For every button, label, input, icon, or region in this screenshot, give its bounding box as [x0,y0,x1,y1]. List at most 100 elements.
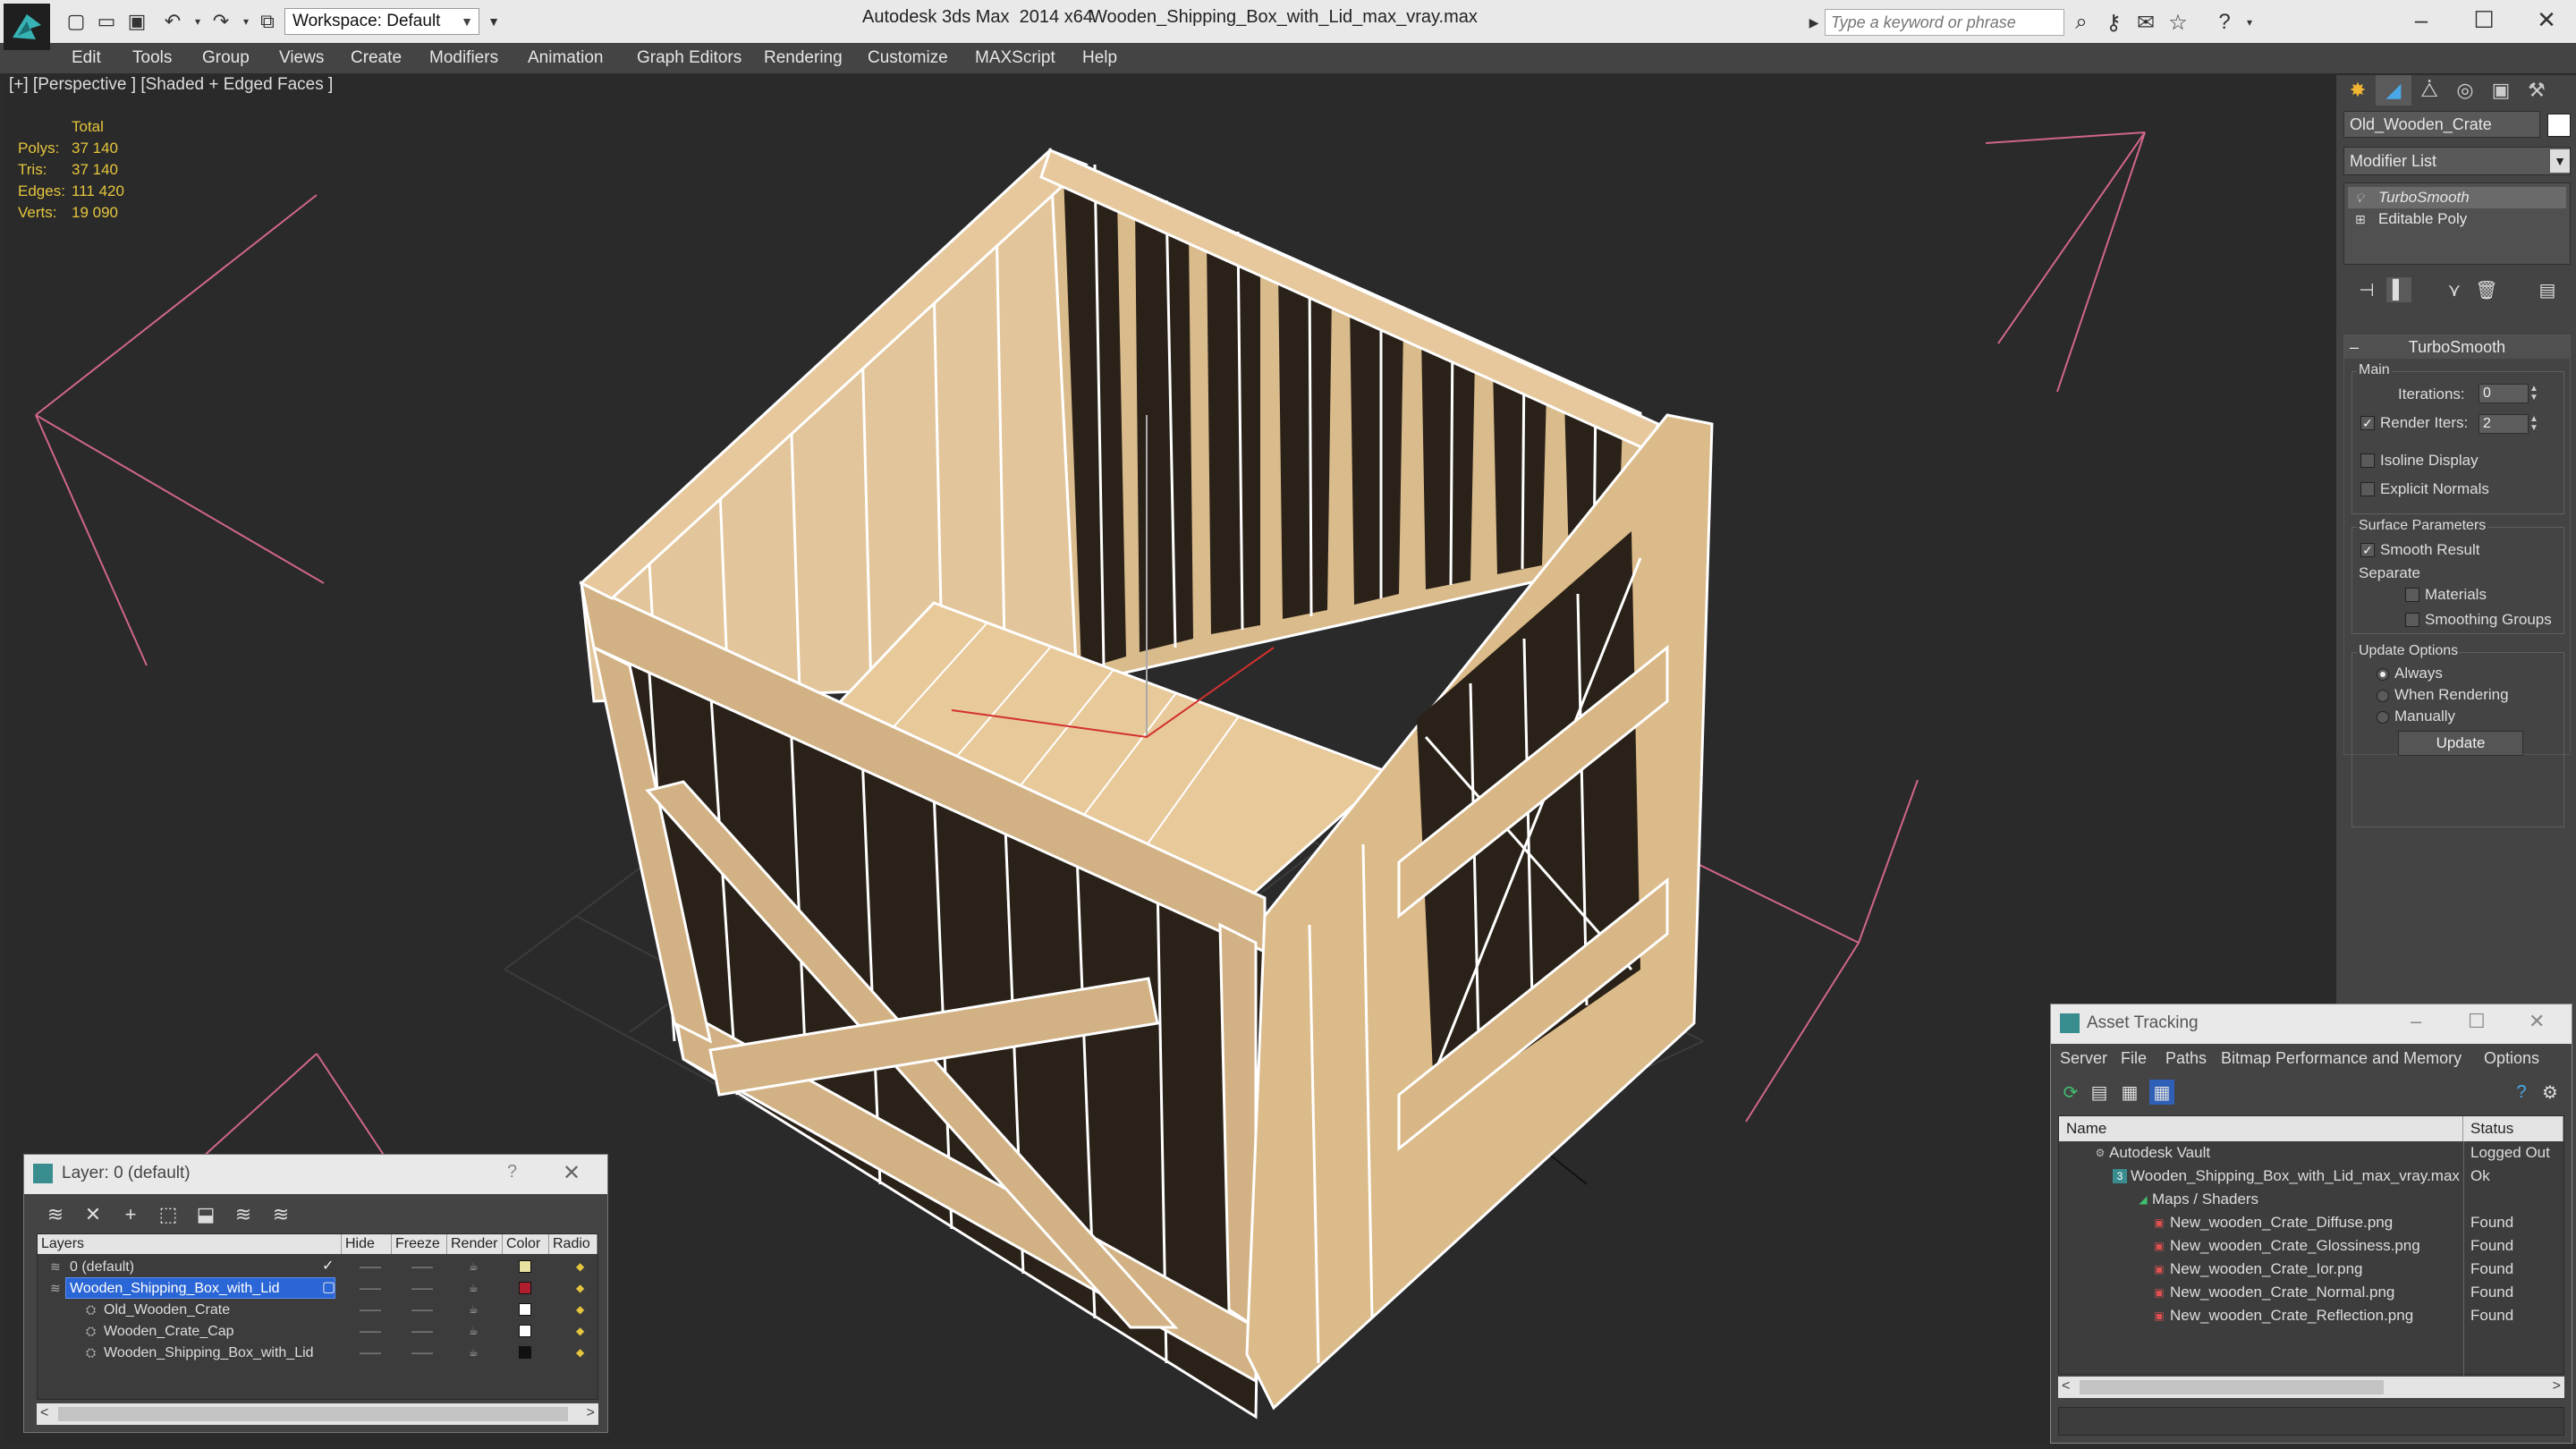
stack-item-editable-poly[interactable]: ⊞ Editable Poly [2348,208,2566,230]
render-teapot-icon[interactable]: ☕︎ [469,1299,479,1320]
asset-row[interactable]: ▣ New_wooden_Crate_Normal.png Found [2059,1281,2563,1304]
asset-menu-options[interactable]: Options [2484,1049,2539,1068]
rollout-header[interactable]: – TurboSmooth [2344,335,2570,359]
table-view-icon[interactable]: ▦ [2117,1080,2142,1105]
add-to-layer-icon[interactable]: + [117,1201,144,1228]
scroll-right-icon[interactable]: > [2553,1378,2561,1394]
lightbulb-icon[interactable]: 💡︎ [2355,191,2368,205]
radiosity-icon[interactable]: ◆ [576,1256,584,1277]
favorites-star-icon[interactable]: ☆ [2163,9,2193,36]
asset-row[interactable]: ▣ New_wooden_Crate_Diffuse.png Found [2059,1211,2563,1234]
menu-modifiers[interactable]: Modifiers [429,43,498,73]
freeze-toggle[interactable]: —— [411,1256,433,1277]
hide-toggle[interactable]: —— [360,1320,381,1342]
help-dropdown-icon[interactable]: ▾ [2234,9,2265,36]
radiosity-icon[interactable]: ◆ [576,1277,584,1299]
layer-row[interactable]: ⛭ Old_Wooden_Crate —— —— ☕︎ ◆ [38,1299,597,1320]
asset-menu-paths[interactable]: Paths [2165,1049,2207,1068]
active-layer-box-icon[interactable]: ▢ [322,1277,335,1299]
layer-name[interactable]: Wooden_Crate_Cap [100,1321,238,1341]
layer-row[interactable]: ≋ Wooden_Shipping_Box_with_Lid ▢ —— —— ☕… [38,1277,597,1299]
asset-horizontal-scrollbar[interactable]: < > [2058,1377,2564,1398]
hide-toggle[interactable]: —— [360,1256,381,1277]
hierarchy-tab-icon[interactable]: ⧊ [2411,75,2447,106]
display-tab-icon[interactable]: ▣ [2483,75,2519,106]
maximize-icon[interactable]: ☐ [2453,0,2515,39]
col-name[interactable]: Name [2059,1116,2463,1141]
show-end-result-icon[interactable]: ▌ [2386,277,2411,302]
freeze-toggle[interactable]: —— [411,1299,433,1320]
asset-row[interactable]: ◢ Maps / Shaders [2059,1188,2563,1211]
object-color-swatch[interactable] [2547,114,2571,137]
spinner-arrows-icon[interactable]: ▲ ▼ [2529,415,2542,433]
col-freeze[interactable]: Freeze [392,1234,447,1254]
new-file-icon[interactable]: ▢ [63,9,89,34]
render-iters-spinner[interactable]: 2 ▲ ▼ [2479,414,2538,434]
spinner-arrows-icon[interactable]: ▲ ▼ [2529,385,2542,402]
radiosity-icon[interactable]: ◆ [576,1342,584,1363]
minimize-icon[interactable]: – [2411,1010,2421,1033]
quick-access-dropdown-icon[interactable]: ▼ [483,8,504,35]
layer-row[interactable]: ⛭ Wooden_Crate_Cap —— —— ☕︎ ◆ [38,1320,597,1342]
menu-help[interactable]: Help [1082,43,1117,73]
layer-row[interactable]: ⛭ Wooden_Shipping_Box_with_Lid —— —— ☕︎ … [38,1342,597,1363]
render-teapot-icon[interactable]: ☕︎ [469,1256,479,1277]
utilities-tab-icon[interactable]: ⚒ [2519,75,2555,106]
radiosity-icon[interactable]: ◆ [576,1320,584,1342]
layer-row[interactable]: ≋ 0 (default) ✓ —— —— ☕︎ ◆ [38,1256,597,1277]
hide-toggle[interactable]: —— [360,1277,381,1299]
materials-checkbox[interactable] [2405,588,2419,602]
col-radio[interactable]: Radio [549,1234,597,1254]
communication-center-icon[interactable]: ✉ [2131,9,2161,36]
render-teapot-icon[interactable]: ☕︎ [469,1342,479,1363]
asset-menu-file[interactable]: File [2121,1049,2147,1068]
maximize-icon[interactable]: ☐ [2468,1010,2486,1033]
motion-tab-icon[interactable]: ◎ [2447,75,2483,106]
open-file-icon[interactable]: ▭ [93,9,120,34]
highlight-layer-icon[interactable]: ⬓ [192,1201,219,1228]
search-expand-icon[interactable]: ▶ [1805,9,1823,36]
freeze-toggle[interactable]: —— [411,1342,433,1363]
asset-row[interactable]: 3 Wooden_Shipping_Box_with_Lid_max_vray.… [2059,1165,2563,1188]
grid-view-icon[interactable]: ▦ [2149,1080,2174,1105]
manually-radio[interactable] [2377,711,2389,724]
layer-horizontal-scrollbar[interactable]: < > [37,1403,598,1425]
iterations-spinner[interactable]: 0 ▲ ▼ [2479,384,2538,403]
select-objects-icon[interactable]: ⬚ [155,1201,182,1228]
menu-graph-editors[interactable]: Graph Editors [637,43,741,73]
undo-icon[interactable]: ↶ [159,9,186,34]
render-teapot-icon[interactable]: ☕︎ [469,1277,479,1299]
help-icon[interactable]: ? [507,1162,517,1182]
vault-help-icon[interactable]: ? [2509,1080,2534,1105]
layer-dialog-titlebar[interactable]: Layer: 0 (default) ? ✕ [24,1155,607,1194]
project-folder-icon[interactable]: ⧉ [254,9,281,34]
render-iters-checkbox[interactable]: ✓ [2360,416,2375,430]
menu-maxscript[interactable]: MAXScript [975,43,1055,73]
stack-item-turbosmooth[interactable]: 💡︎ TurboSmooth [2348,187,2566,208]
radiosity-icon[interactable]: ◆ [576,1299,584,1320]
update-button[interactable]: Update [2398,731,2523,756]
hide-toggle[interactable]: —— [360,1342,381,1363]
layer-color-swatch[interactable] [519,1282,531,1294]
create-tab-icon[interactable]: ✸ [2340,75,2376,106]
viewport-label[interactable]: [+] [Perspective ] [Shaded + Edged Faces… [9,75,333,95]
scrollbar-thumb[interactable] [58,1407,568,1421]
modify-tab-icon[interactable]: ◢ [2376,75,2411,106]
menu-group[interactable]: Group [202,43,250,73]
close-icon[interactable]: ✕ [2515,0,2576,39]
layer-color-swatch[interactable] [519,1303,531,1316]
when-rendering-radio[interactable] [2377,690,2389,702]
asset-menu-server[interactable]: Server [2060,1049,2107,1068]
asset-tracking-titlebar[interactable]: Asset Tracking – ☐ ✕ [2051,1004,2572,1044]
menu-edit[interactable]: Edit [72,43,101,73]
configure-modifier-sets-icon[interactable]: ▤ [2535,277,2560,302]
layer-name[interactable]: Wooden_Shipping_Box_with_Lid [65,1277,335,1299]
freeze-toggle[interactable]: —— [411,1320,433,1342]
scroll-left-icon[interactable]: < [40,1405,48,1421]
expand-plus-icon[interactable]: ⊞ [2355,212,2368,226]
scrollbar-thumb[interactable] [2080,1380,2384,1394]
isoline-display-checkbox[interactable] [2360,453,2375,468]
col-layers[interactable]: Layers [38,1234,342,1254]
subscription-key-icon[interactable]: ⚷ [2098,9,2129,36]
col-render[interactable]: Render [447,1234,503,1254]
